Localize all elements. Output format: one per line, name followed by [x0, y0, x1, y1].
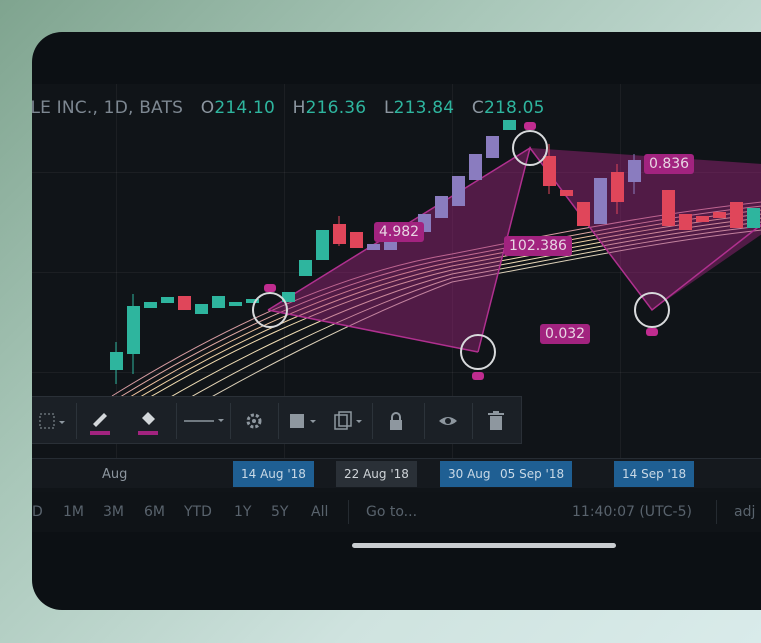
eye-icon[interactable] — [428, 397, 468, 445]
open-key: O — [200, 98, 215, 118]
range-button[interactable]: 3M — [103, 504, 124, 520]
range-button[interactable]: D — [32, 504, 43, 520]
close-value: 218.05 — [483, 98, 545, 118]
pencil-icon[interactable] — [80, 397, 120, 445]
pattern-ratio-label: 102.386 — [504, 236, 572, 256]
pattern-ratio-label: 4.982 — [374, 222, 425, 242]
clone-icon[interactable] — [328, 397, 368, 445]
range-button[interactable]: 6M — [144, 504, 165, 520]
open-value: 214.10 — [214, 98, 276, 118]
range-button[interactable]: 1M — [63, 504, 84, 520]
pattern-ratio-label: 0.032 — [540, 324, 591, 344]
line-style-icon[interactable] — [180, 397, 228, 445]
range-button[interactable]: 5Y — [271, 504, 288, 520]
gear-icon[interactable] — [234, 397, 274, 445]
date-label: 22 Aug '18 — [336, 461, 417, 487]
select-icon[interactable] — [32, 397, 72, 445]
symbol-header: PLE INC., 1D, BATS O214.10 H216.36 L213.… — [32, 98, 545, 122]
pattern-triangle-1[interactable] — [268, 148, 530, 352]
date-label: 30 Aug — [440, 461, 499, 487]
phone-screen: 4.982 102.386 0.032 0.836 PLE INC., 1D, … — [32, 32, 761, 610]
clock-readout: 11:40:07 (UTC-5) — [572, 504, 692, 520]
low-key: L — [383, 98, 394, 118]
trash-icon[interactable] — [476, 397, 516, 445]
high-value: 216.36 — [305, 98, 367, 118]
time-axis[interactable]: Aug 14 Aug '18 22 Aug '18 30 Aug 05 Sep … — [32, 458, 761, 488]
date-label: 14 Aug '18 — [233, 461, 314, 487]
goto-button[interactable]: Go to... — [366, 504, 417, 520]
month-label: Aug — [102, 467, 128, 482]
drawing-toolbar — [32, 396, 522, 444]
date-label: 05 Sep '18 — [492, 461, 573, 487]
range-bar: D 1M 3M 6M YTD 1Y 5Y All Go to... 11:40:… — [32, 492, 761, 532]
adj-toggle[interactable]: adj — [734, 504, 755, 520]
home-indicator[interactable] — [352, 543, 616, 548]
range-button[interactable]: All — [311, 504, 328, 520]
pattern-ratio-label: 0.836 — [644, 154, 695, 174]
high-key: H — [292, 98, 306, 118]
symbol-title: PLE INC., 1D, BATS — [32, 98, 184, 118]
lock-icon[interactable] — [376, 397, 416, 445]
range-button[interactable]: 1Y — [234, 504, 251, 520]
range-button[interactable]: YTD — [184, 504, 212, 520]
date-label: 14 Sep '18 — [614, 461, 695, 487]
low-value: 213.84 — [393, 98, 455, 118]
close-key: C — [471, 98, 484, 118]
fill-icon[interactable] — [128, 397, 168, 445]
layers-icon[interactable] — [282, 397, 322, 445]
